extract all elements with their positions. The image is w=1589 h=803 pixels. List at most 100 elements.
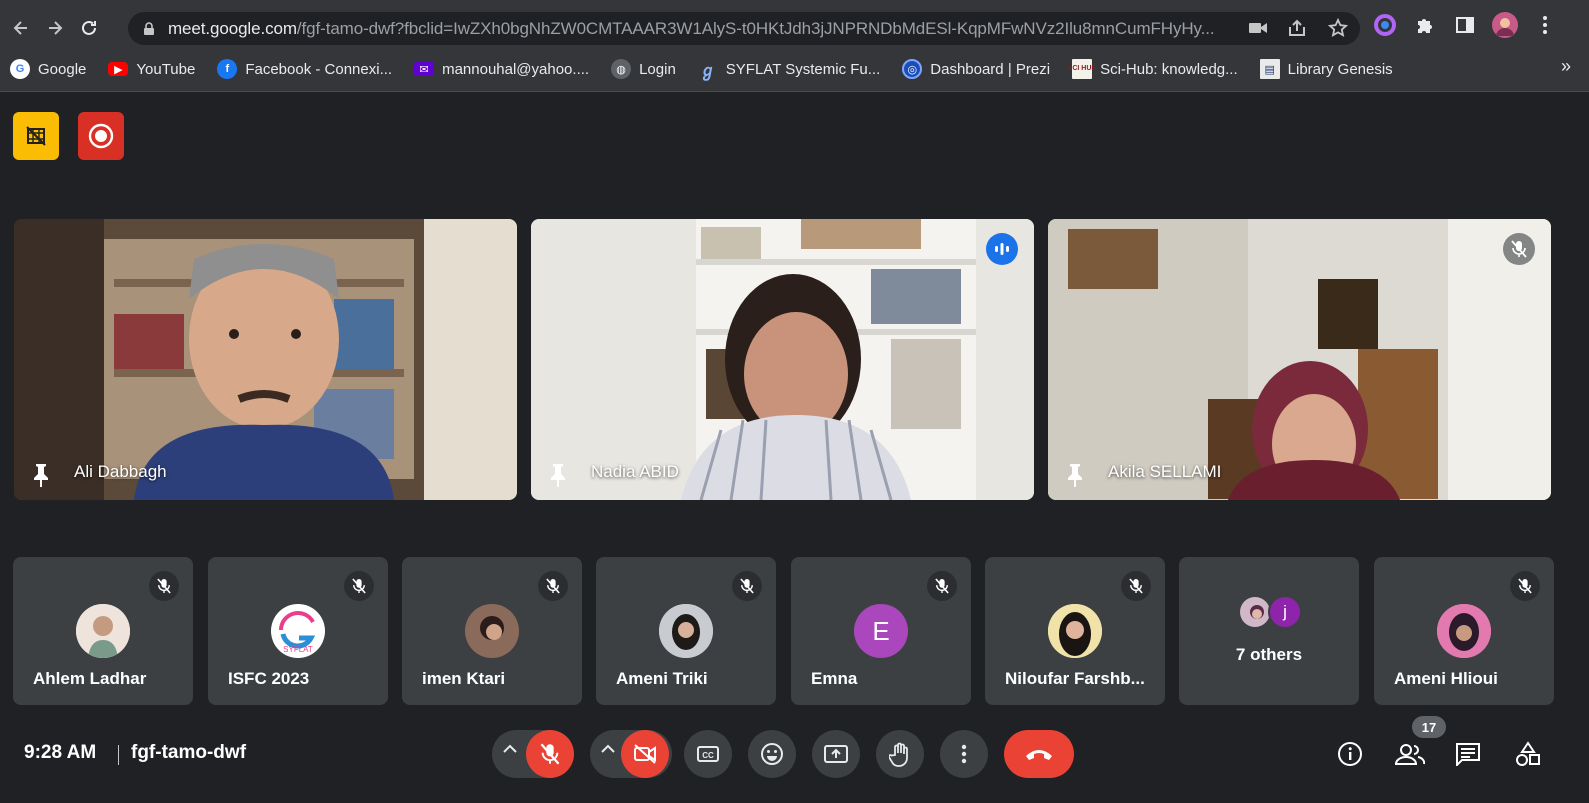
bookmark-google[interactable]: G Google (10, 59, 86, 79)
mic-off-icon (538, 571, 568, 601)
video-tile-ali-dabbagh[interactable]: Ali Dabbagh (14, 219, 517, 500)
present-now-button[interactable] (812, 730, 860, 778)
participant-name: ISFC 2023 (228, 669, 310, 688)
puzzle-icon[interactable] (1412, 12, 1438, 38)
mic-off-icon (732, 571, 762, 601)
participant-tile[interactable]: Ahlem Ladhar (13, 557, 193, 705)
url-text: meet.google.com/fgf-tamo-dwf?fbclid=IwZX… (168, 18, 1215, 38)
menu-dots-icon[interactable] (1532, 12, 1558, 38)
video-feed (1048, 219, 1551, 500)
participant-name: Ahlem Ladhar (33, 669, 147, 688)
bookmark-star-icon[interactable] (1326, 16, 1350, 40)
back-arrow-icon[interactable] (4, 11, 38, 45)
participant-name: Akila SELLAMI (1108, 462, 1222, 481)
activities-button[interactable] (1512, 738, 1544, 770)
hand-icon (889, 742, 908, 767)
pin-icon[interactable] (30, 462, 52, 488)
video-feed (531, 219, 1034, 500)
camera-off-icon (634, 744, 656, 764)
participant-tile[interactable]: E Emna (791, 557, 971, 705)
participant-tile[interactable]: imen Ktari (402, 557, 582, 705)
raise-hand-button[interactable] (876, 730, 924, 778)
avatar (659, 604, 713, 658)
prezi-icon: ◎ (902, 59, 923, 79)
meeting-code: fgf-tamo-dwf (131, 742, 247, 763)
audio-wave-icon (995, 243, 1009, 255)
yahoo-mail-icon: ✉ (414, 62, 435, 76)
chevron-up-icon[interactable] (502, 742, 518, 754)
bookmark-scihub[interactable]: SCI HUB Sci-Hub: knowledg... (1068, 59, 1238, 79)
bookmark-facebook[interactable]: f Facebook - Connexi... (217, 59, 392, 79)
avatar (1048, 604, 1102, 658)
pin-icon[interactable] (1064, 462, 1086, 488)
people-icon (1395, 744, 1425, 765)
participant-tile[interactable]: SYFLAT ISFC 2023 (208, 557, 388, 705)
mic-toggle-button[interactable] (526, 730, 574, 778)
youtube-icon: ▶ (108, 62, 129, 76)
bookmark-yahoo-mail[interactable]: ✉ mannouhal@yahoo.... (414, 61, 589, 78)
participant-tile[interactable]: Niloufar Farshb... (985, 557, 1165, 705)
reload-icon[interactable] (72, 11, 106, 45)
participant-name: Nadia ABID (591, 462, 679, 481)
participant-count-badge: 17 (1412, 716, 1446, 738)
video-tile-nadia-abid[interactable]: Nadia ABID (531, 219, 1034, 500)
bookmark-youtube[interactable]: ▶ YouTube (108, 61, 195, 78)
syflat-icon: ℊ (699, 63, 716, 80)
mic-off-icon (540, 743, 560, 765)
browser-chrome: meet.google.com/fgf-tamo-dwf?fbclid=IwZX… (0, 0, 1589, 92)
bookmarks-bar: G Google ▶ YouTube f Facebook - Connexi... … (0, 54, 1589, 84)
reactions-button[interactable] (748, 730, 796, 778)
more-vert-icon (961, 744, 967, 764)
people-button[interactable] (1394, 738, 1426, 770)
divider (118, 745, 119, 765)
muted-indicator (1503, 233, 1535, 265)
syflat-logo-avatar: SYFLAT (271, 604, 325, 658)
bookmark-prezi[interactable]: ◎ Dashboard | Prezi (902, 59, 1050, 79)
avatar (465, 604, 519, 658)
bookmark-libgen[interactable]: ▤ Library Genesis (1259, 59, 1393, 79)
avatar (1238, 595, 1272, 629)
shapes-icon (1516, 741, 1540, 766)
address-bar[interactable]: meet.google.com/fgf-tamo-dwf?fbclid=IwZX… (128, 12, 1360, 45)
chevron-up-icon[interactable] (600, 742, 616, 754)
participant-tile[interactable]: Ameni Hlioui (1374, 557, 1554, 705)
side-panel-icon[interactable] (1452, 12, 1478, 38)
forward-arrow-icon[interactable] (38, 11, 72, 45)
no-video-indicator[interactable] (13, 112, 59, 160)
leave-call-button[interactable] (1004, 730, 1074, 778)
lock-icon (144, 21, 154, 35)
share-icon[interactable] (1286, 16, 1310, 40)
bookmark-login[interactable]: ◍ Login (611, 59, 676, 79)
camera-toggle-button[interactable] (621, 730, 669, 778)
initial-avatar: E (854, 604, 908, 658)
initial-avatar: j (1268, 595, 1302, 629)
more-options-button[interactable] (940, 730, 988, 778)
scihub-icon: SCI HUB (1068, 59, 1096, 79)
others-tile[interactable]: j 7 others (1179, 557, 1359, 705)
participant-name: Niloufar Farshb... (1005, 669, 1145, 688)
libgen-icon: ▤ (1259, 59, 1280, 79)
bookmarks-more-button[interactable]: » (1561, 56, 1571, 77)
profile-avatar[interactable] (1492, 12, 1518, 38)
captions-button[interactable]: CC (684, 730, 732, 778)
recording-indicator[interactable] (78, 112, 124, 160)
participant-name: Ameni Hlioui (1394, 669, 1498, 688)
mic-off-icon (1511, 240, 1527, 258)
video-tile-akila-sellami[interactable]: Akila SELLAMI (1048, 219, 1551, 500)
mic-off-icon (1121, 571, 1151, 601)
avatar (76, 604, 130, 658)
chat-icon (1456, 743, 1480, 766)
svg-text:CC: CC (702, 751, 714, 760)
avatar (1437, 604, 1491, 658)
pin-icon[interactable] (547, 462, 569, 488)
chat-button[interactable] (1452, 738, 1484, 770)
participant-tile[interactable]: Ameni Triki (596, 557, 776, 705)
info-icon (1338, 742, 1362, 766)
camera-permission-icon[interactable] (1246, 16, 1270, 40)
bookmark-syflat[interactable]: ℊ SYFLAT Systemic Fu... (698, 59, 881, 81)
mic-off-icon (927, 571, 957, 601)
extension-color-icon[interactable] (1372, 12, 1398, 38)
meeting-details-button[interactable] (1334, 738, 1366, 770)
present-screen-icon (824, 745, 848, 763)
mic-off-icon (1510, 571, 1540, 601)
